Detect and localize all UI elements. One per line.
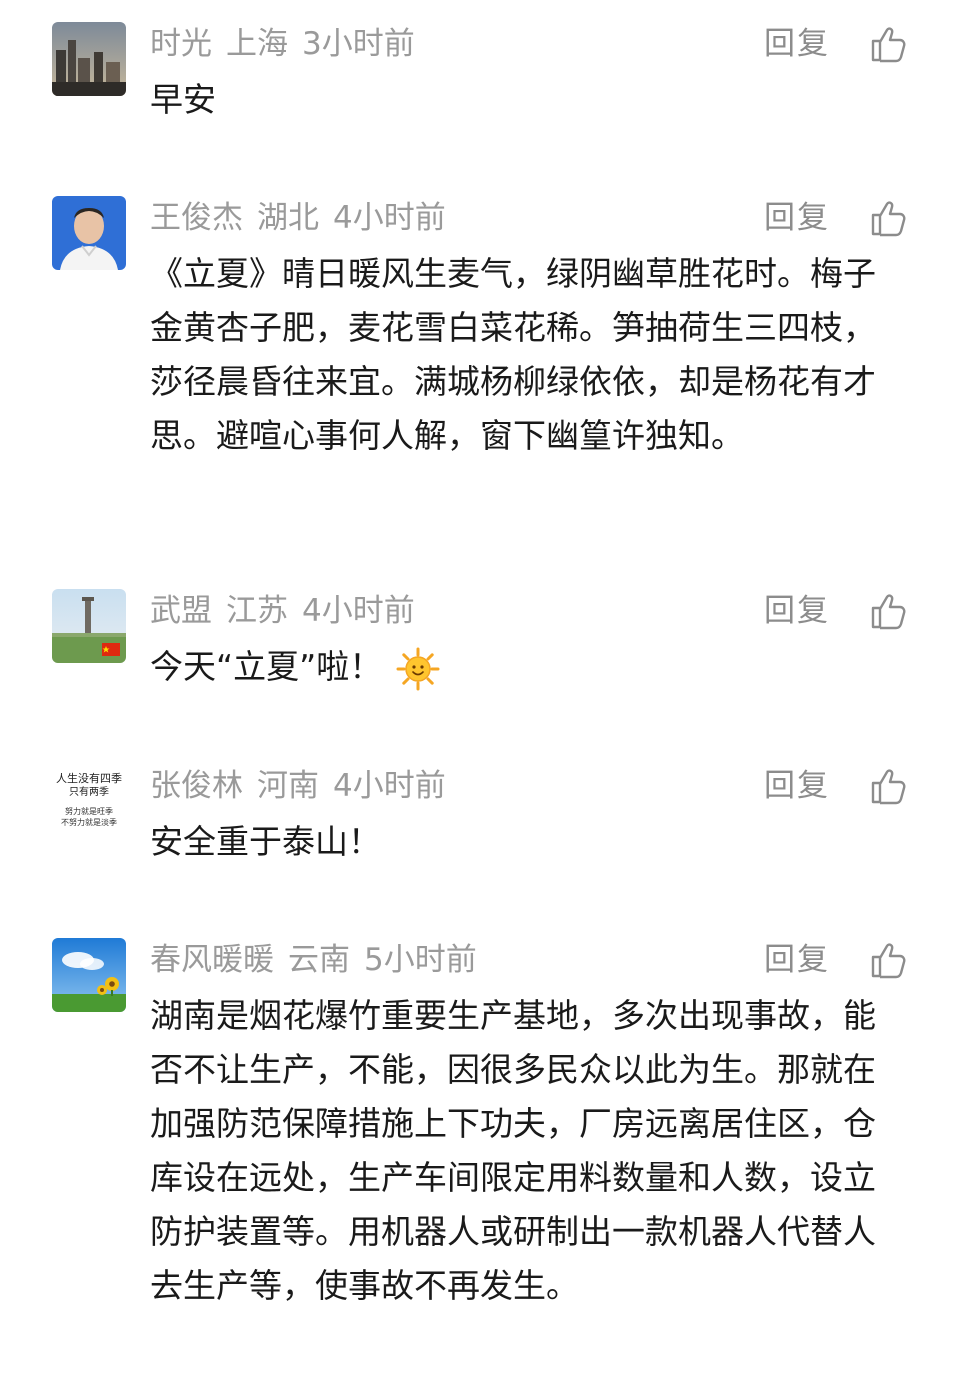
sun-emoji-icon [396, 647, 440, 690]
comment-text: 《立夏》晴日暖风生麦气，绿阴幽草胜花时。梅子金黄杏子肥，麦花雪白菜花稀。笋抽荷生… [150, 254, 876, 455]
avatar[interactable] [52, 196, 126, 270]
commenter-location: 云南 [288, 942, 350, 978]
avatar[interactable] [52, 22, 126, 96]
comment-meta: 时光 上海 3小时前 [150, 22, 429, 66]
thumbs-up-icon[interactable] [868, 766, 908, 806]
avatar-text-line: 人生没有四季 [56, 771, 122, 785]
reply-button[interactable]: 回复 [764, 196, 830, 240]
reply-button[interactable]: 回复 [764, 589, 830, 633]
thumbs-up-icon[interactable] [868, 591, 908, 631]
commenter-location: 上海 [226, 26, 288, 62]
comment-meta: 武盟 江苏 4小时前 [150, 589, 429, 633]
comment-time: 4小时前 [333, 200, 446, 236]
comment-text-row: 今天“立夏”啦！ [150, 640, 895, 694]
commenter-name[interactable]: 时光 [150, 26, 212, 62]
comment-time: 5小时前 [364, 942, 477, 978]
reply-button[interactable]: 回复 [764, 764, 830, 808]
comment-meta: 张俊林 河南 4小时前 [150, 764, 460, 808]
commenter-name[interactable]: 王俊杰 [150, 200, 243, 236]
commenter-location: 湖北 [257, 200, 319, 236]
comment-meta: 王俊杰 湖北 4小时前 [150, 196, 460, 240]
thumbs-up-icon[interactable] [868, 198, 908, 238]
commenter-name[interactable]: 张俊林 [150, 768, 243, 804]
commenter-location: 河南 [257, 768, 319, 804]
commenter-name[interactable]: 春风暖暖 [150, 942, 274, 978]
avatar-text-line: 只有两季 [69, 785, 109, 798]
thumbs-up-icon[interactable] [868, 940, 908, 980]
comment-meta: 春风暖暖 云南 5小时前 [150, 938, 491, 982]
comment-text: 安全重于泰山！ [150, 822, 381, 861]
thumbs-up-icon[interactable] [868, 24, 908, 64]
avatar[interactable] [52, 589, 126, 663]
reply-button[interactable]: 回复 [764, 22, 830, 66]
comment-time: 3小时前 [302, 26, 415, 62]
comment-text: 今天“立夏”啦！ [150, 647, 383, 686]
comment-time: 4小时前 [302, 593, 415, 629]
comment-time: 4小时前 [333, 768, 446, 804]
avatar[interactable]: 人生没有四季 只有两季 努力就是旺季 不努力就是淡季 [52, 764, 126, 838]
avatar[interactable] [52, 938, 126, 1012]
commenter-location: 江苏 [226, 593, 288, 629]
avatar-text-line: 努力就是旺季 [65, 806, 113, 816]
avatar-text-line: 不努力就是淡季 [61, 817, 117, 827]
comment-text: 湖南是烟花爆竹重要生产基地，多次出现事故，能否不让生产，不能，因很多民众以此为生… [150, 996, 876, 1305]
reply-button[interactable]: 回复 [764, 938, 830, 982]
comment-text: 早安 [150, 80, 216, 119]
commenter-name[interactable]: 武盟 [150, 593, 212, 629]
